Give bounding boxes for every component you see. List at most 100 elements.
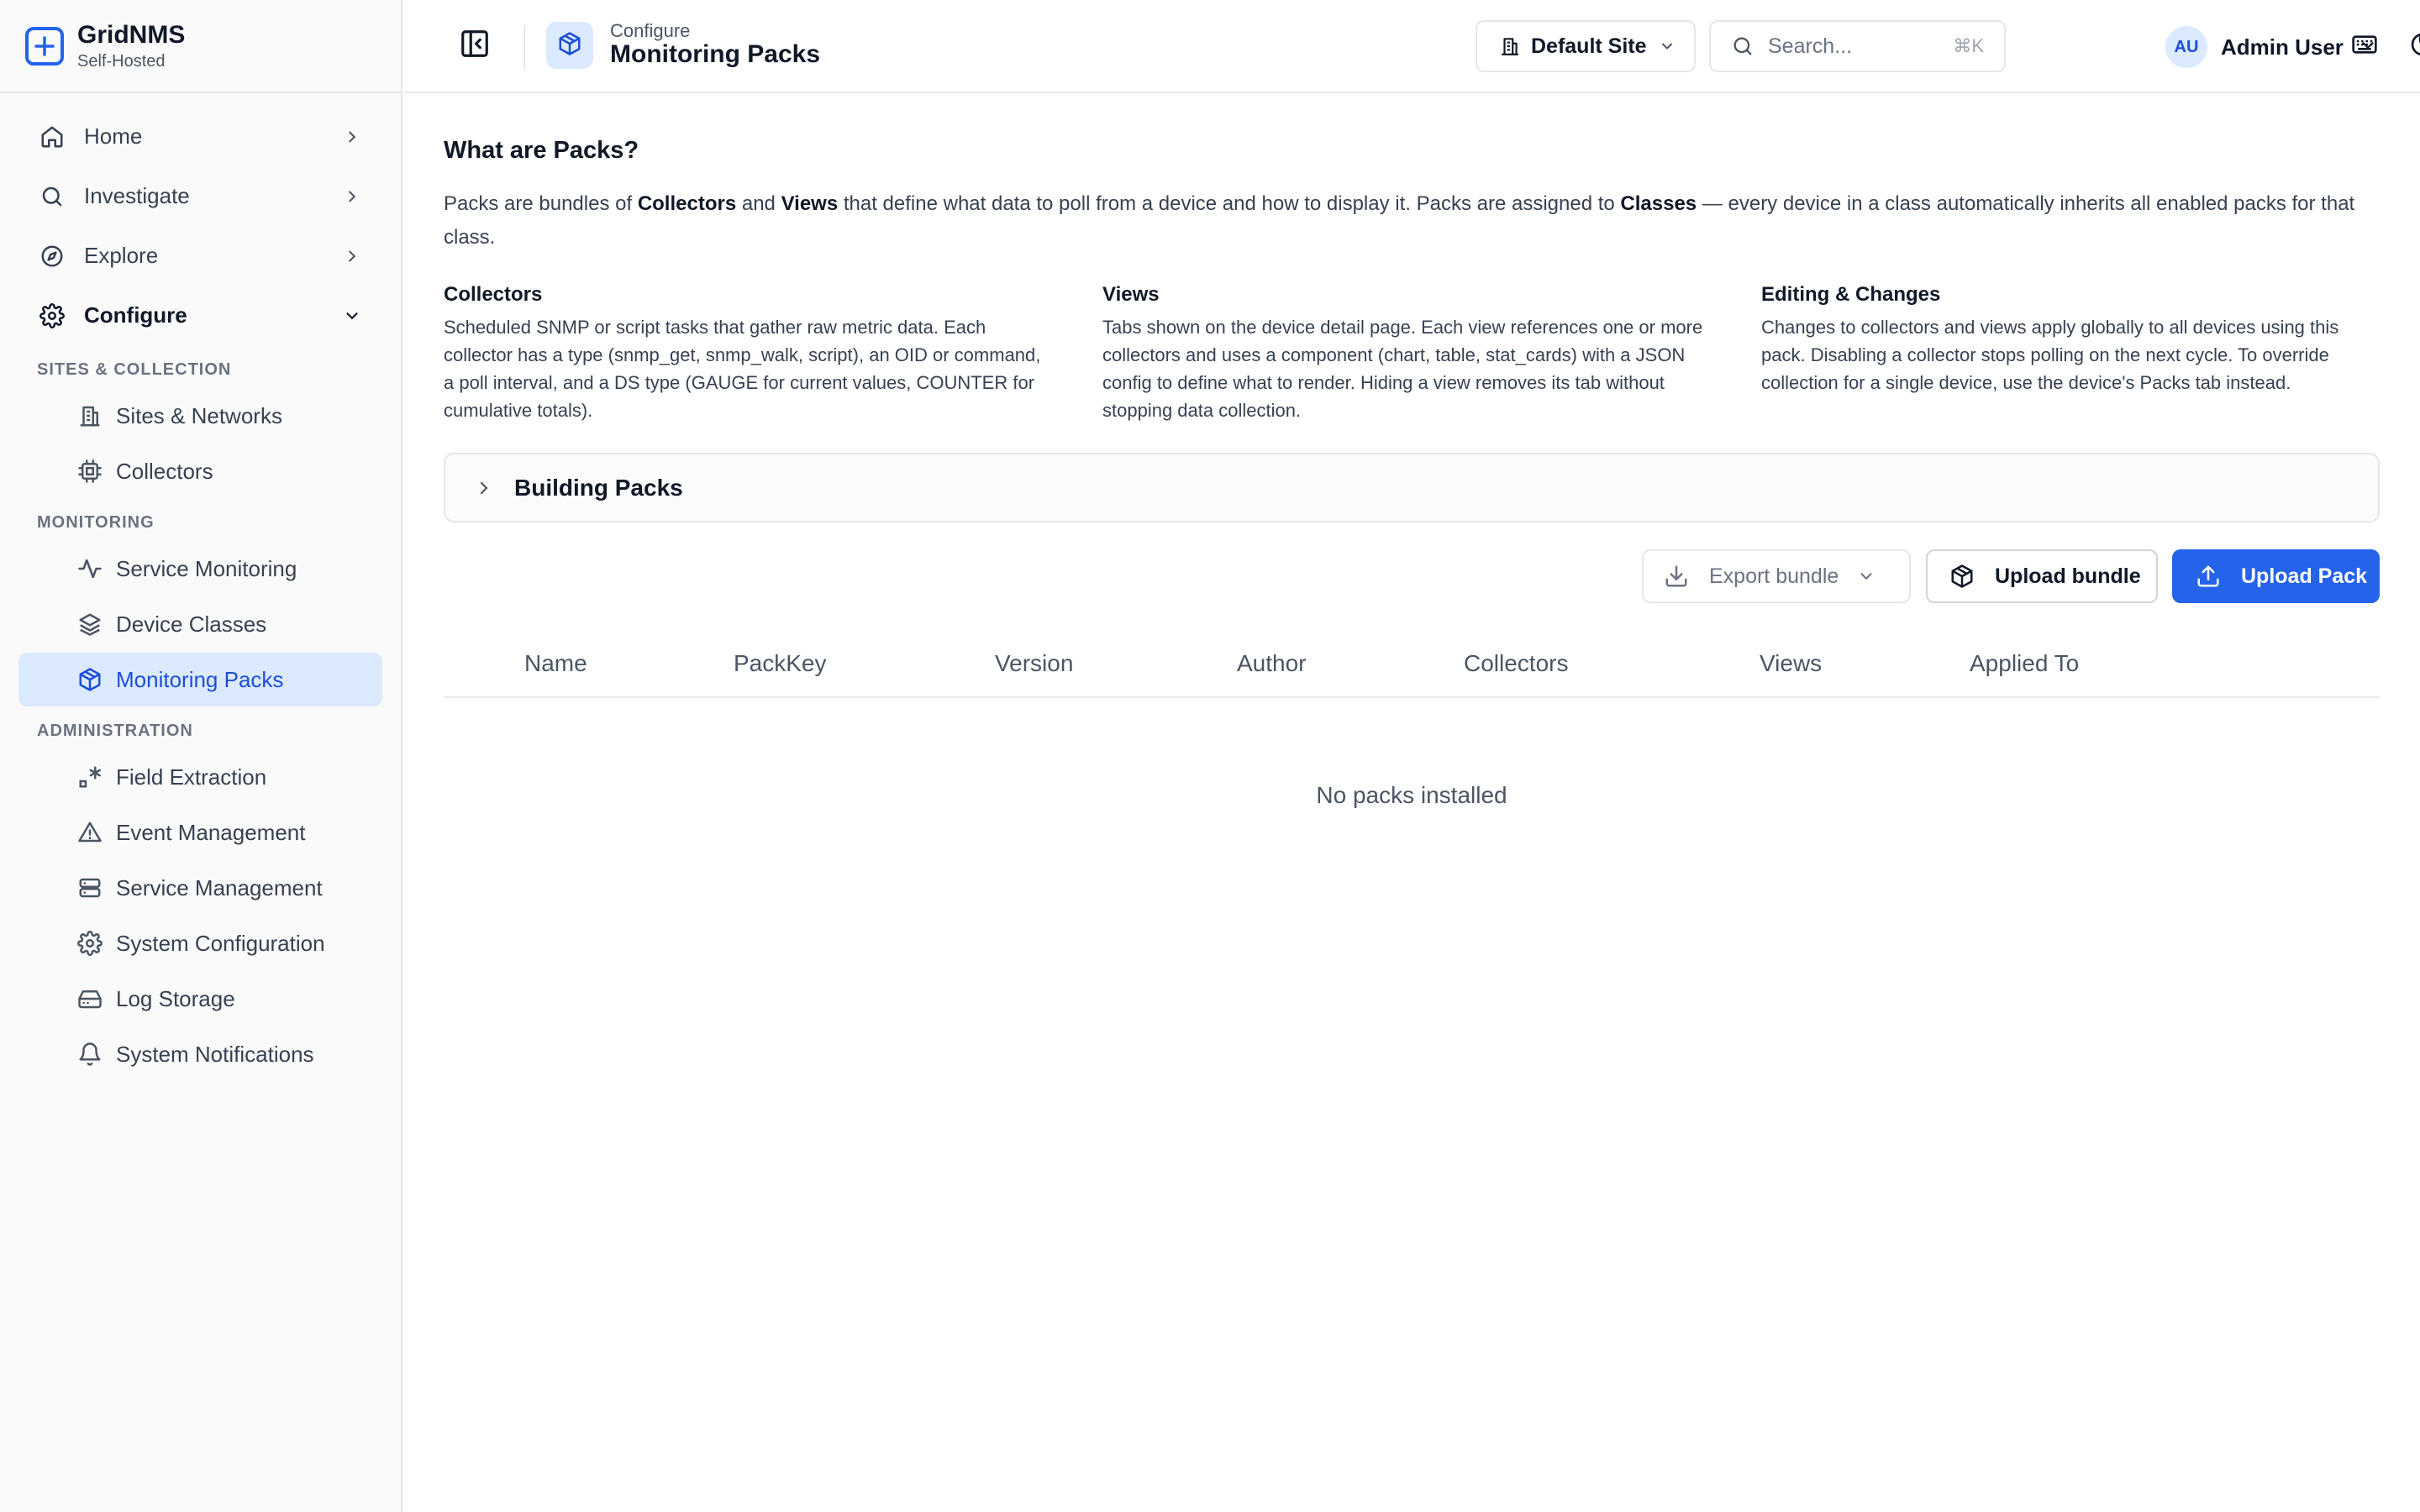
theme-toggle-button[interactable]	[2403, 27, 2420, 66]
column-header-version[interactable]: Version	[995, 631, 1073, 696]
sidebar-toggle-button[interactable]	[456, 27, 493, 64]
sidebar-item-service-management[interactable]: Service Management	[18, 861, 382, 915]
moon-icon	[2409, 31, 2420, 62]
info-column-title: Views	[1102, 283, 1160, 306]
sidebar-item-label: Explore	[84, 243, 159, 268]
accordion-label: Building Packs	[514, 474, 683, 501]
bell-icon	[76, 1040, 104, 1068]
panel-left-icon	[459, 28, 491, 64]
gear-icon	[37, 301, 67, 331]
cpu-icon	[76, 457, 104, 486]
info-column-views: Views Tabs shown on the device detail pa…	[1102, 278, 1707, 424]
brand-subtitle: Self-Hosted	[77, 51, 166, 71]
info-column-body: Changes to collectors and views apply gl…	[1761, 317, 2339, 393]
sidebar-item-label: Log Storage	[116, 985, 235, 1011]
column-header-author[interactable]: Author	[1237, 631, 1307, 696]
sidebar-item-label: Service Monitoring	[116, 555, 297, 581]
top-header: Configure Monitoring Packs Default Site …	[404, 0, 2420, 93]
sidebar-item-label: Home	[84, 123, 143, 149]
building-icon	[1499, 35, 1521, 57]
info-column-body: Tabs shown on the device detail page. Ea…	[1102, 317, 1703, 421]
chevron-right-icon	[340, 125, 364, 149]
info-column-collectors: Collectors Scheduled SNMP or script task…	[444, 278, 1049, 424]
sidebar: GridNMS Self-Hosted Home Investigate Exp…	[0, 0, 402, 1512]
section-label-sites-collection: SITES & COLLECTION	[37, 360, 232, 379]
sidebar-item-label: Monitoring Packs	[116, 666, 284, 692]
info-column-title: Collectors	[444, 283, 543, 306]
upload-icon	[2196, 564, 2221, 589]
user-menu[interactable]: AU Admin User	[2165, 24, 2377, 71]
upload-pack-button[interactable]: Upload Pack	[2172, 549, 2380, 603]
warning-icon	[76, 818, 104, 847]
column-header-packkey[interactable]: PackKey	[734, 631, 827, 696]
breadcrumb[interactable]: Configure	[610, 20, 690, 42]
sidebar-nav: Home Investigate Explore Configure SITES…	[0, 93, 401, 1081]
sidebar-item-label: Service Management	[116, 874, 323, 900]
column-header-name[interactable]: Name	[524, 631, 587, 696]
sidebar-item-label: Event Management	[116, 819, 306, 845]
sidebar-item-label: Collectors	[116, 458, 213, 484]
sidebar-item-system-notifications[interactable]: System Notifications	[18, 1027, 382, 1081]
sidebar-item-label: Device Classes	[116, 611, 267, 637]
page-title: Monitoring Packs	[610, 40, 821, 68]
chevron-down-icon	[1659, 38, 1676, 55]
sidebar-item-explore[interactable]: Explore	[18, 226, 382, 286]
export-bundle-label: Export bundle	[1709, 564, 1839, 588]
search-input[interactable]: Search... ⌘K	[1709, 20, 2006, 72]
chevron-right-icon	[474, 478, 494, 498]
section-label-administration: ADMINISTRATION	[37, 721, 193, 740]
sidebar-item-sites-networks[interactable]: Sites & Networks	[18, 389, 382, 443]
chevron-right-icon	[340, 244, 364, 268]
site-selector[interactable]: Default Site	[1476, 20, 1696, 72]
column-header-applied-to[interactable]: Applied To	[1970, 631, 2079, 696]
sidebar-item-service-monitoring[interactable]: Service Monitoring	[18, 542, 382, 596]
building-packs-accordion[interactable]: Building Packs	[444, 453, 2380, 522]
sidebar-item-event-management[interactable]: Event Management	[18, 806, 382, 859]
download-icon	[1664, 564, 1689, 589]
gridnms-logo-icon	[25, 26, 64, 66]
sidebar-item-home[interactable]: Home	[18, 107, 382, 166]
search-icon	[37, 181, 67, 212]
info-column-title: Editing & Changes	[1761, 283, 1941, 306]
sidebar-item-label: System Configuration	[116, 930, 325, 956]
sidebar-item-monitoring-packs[interactable]: Monitoring Packs	[18, 653, 382, 706]
column-header-collectors[interactable]: Collectors	[1464, 631, 1568, 696]
info-column-body: Scheduled SNMP or script tasks that gath…	[444, 317, 1041, 421]
sidebar-item-collectors[interactable]: Collectors	[18, 444, 382, 498]
column-header-views[interactable]: Views	[1760, 631, 1822, 696]
package-icon	[76, 665, 104, 694]
chevron-down-icon	[340, 304, 364, 328]
home-icon	[37, 122, 67, 152]
sidebar-item-label: Field Extraction	[116, 764, 267, 790]
chevron-right-icon	[340, 185, 364, 208]
building-icon	[76, 402, 104, 430]
sidebar-item-log-storage[interactable]: Log Storage	[18, 972, 382, 1026]
server-icon	[76, 874, 104, 902]
sidebar-item-field-extraction[interactable]: Field Extraction	[18, 750, 382, 804]
section-label-monitoring: MONITORING	[37, 512, 155, 532]
sidebar-item-system-configuration[interactable]: System Configuration	[18, 916, 382, 970]
chevron-down-icon	[2359, 36, 2377, 59]
brand-name: GridNMS	[77, 20, 186, 49]
sidebar-item-label: Sites & Networks	[116, 402, 282, 428]
brand[interactable]: GridNMS Self-Hosted	[0, 0, 401, 93]
info-title: What are Packs?	[444, 137, 639, 164]
layers-icon	[76, 610, 104, 638]
sidebar-item-label: Investigate	[84, 183, 190, 208]
regex-icon	[76, 763, 104, 791]
empty-state-text: No packs installed	[1316, 782, 1507, 808]
upload-bundle-label: Upload bundle	[1995, 564, 2141, 588]
page-icon	[546, 22, 593, 69]
sidebar-item-label: System Notifications	[116, 1041, 314, 1067]
hard-drive-icon	[76, 984, 104, 1013]
sidebar-item-configure[interactable]: Configure	[18, 286, 382, 345]
package-icon	[557, 31, 582, 60]
sidebar-item-investigate[interactable]: Investigate	[18, 166, 382, 226]
sidebar-item-device-classes[interactable]: Device Classes	[18, 597, 382, 651]
search-icon	[1731, 34, 1754, 58]
export-bundle-button[interactable]: Export bundle	[1642, 549, 1911, 603]
chevron-down-icon	[1857, 567, 1876, 585]
avatar: AU	[2165, 26, 2207, 68]
upload-bundle-button[interactable]: Upload bundle	[1926, 549, 2158, 603]
info-intro: Packs are bundles of Collectors and View…	[444, 192, 2355, 249]
